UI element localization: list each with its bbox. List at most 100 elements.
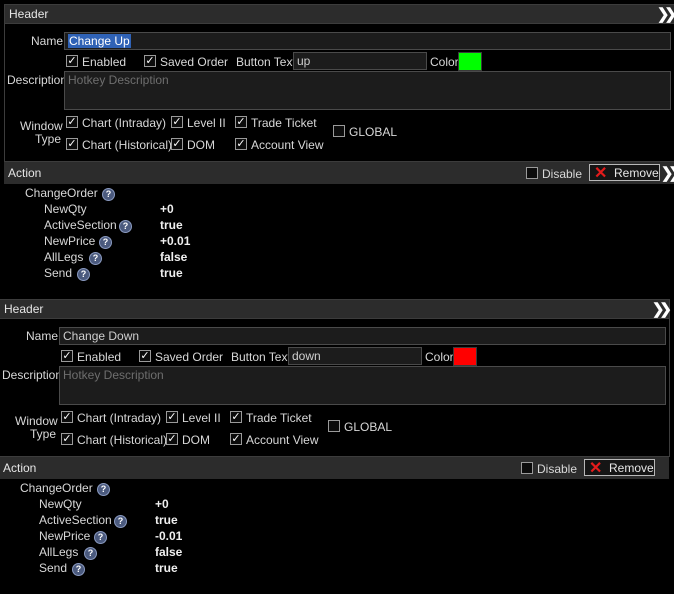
param-row-newqty: NewQty +0 xyxy=(39,497,169,513)
double-chevron-right-icon[interactable]: ❯❯ xyxy=(657,5,674,23)
param-row-alllegs: AllLegs ? false xyxy=(39,545,182,561)
trade-ticket-label: Trade Ticket xyxy=(246,411,312,425)
chart-historical-checkbox[interactable]: ✓ xyxy=(61,433,73,445)
color-label: Color xyxy=(430,55,459,69)
button-text-label: Button Text xyxy=(236,55,296,69)
name-value: Change Up xyxy=(68,34,131,48)
enabled-checkbox[interactable]: ✓ xyxy=(61,350,73,362)
param-key: NewPrice xyxy=(44,234,96,248)
button-text-input[interactable]: up xyxy=(293,52,427,70)
question-mark-icon[interactable]: ? xyxy=(77,268,90,281)
saved-order-label: Saved Order xyxy=(155,350,224,364)
account-view-label: Account View xyxy=(251,138,324,152)
name-label: Name xyxy=(26,329,59,343)
enabled-checkbox[interactable]: ✓ xyxy=(66,55,78,67)
action-name: ChangeOrder xyxy=(20,481,93,495)
color-swatch[interactable] xyxy=(458,52,482,71)
button-text-label: Button Text xyxy=(231,350,291,364)
param-key: NewQty xyxy=(44,202,87,216)
disable-checkbox[interactable] xyxy=(526,167,538,179)
name-input[interactable]: Change Down xyxy=(59,327,666,345)
disable-label: Disable xyxy=(537,462,578,476)
param-value[interactable]: -0.01 xyxy=(155,529,182,543)
account-view-checkbox[interactable]: ✓ xyxy=(235,138,247,150)
remove-button[interactable]: ✕ Remove xyxy=(584,459,655,477)
question-mark-icon[interactable]: ? xyxy=(97,483,110,496)
param-key: NewQty xyxy=(39,497,82,511)
trade-ticket-checkbox[interactable]: ✓ xyxy=(235,116,247,128)
question-mark-icon[interactable]: ? xyxy=(119,220,132,233)
param-value[interactable]: true xyxy=(160,266,183,280)
action-row: ChangeOrder ? xyxy=(25,186,115,202)
param-value[interactable]: +0 xyxy=(155,497,169,511)
param-row-newprice: NewPrice ? -0.01 xyxy=(39,529,182,545)
global-label: GLOBAL xyxy=(349,125,398,139)
param-value[interactable]: true xyxy=(155,513,178,527)
hotkey-editor-2: Header ❯❯ Name Change Down ✓ Enabled ✓ S… xyxy=(0,299,672,594)
param-value[interactable]: true xyxy=(155,561,178,575)
level2-checkbox[interactable]: ✓ xyxy=(171,116,183,128)
param-value[interactable]: false xyxy=(160,250,187,264)
double-chevron-right-icon[interactable]: ❯❯ xyxy=(652,300,672,318)
global-checkbox[interactable] xyxy=(328,420,340,432)
account-view-label: Account View xyxy=(246,433,319,447)
chart-historical-checkbox[interactable]: ✓ xyxy=(66,138,78,150)
dom-checkbox[interactable]: ✓ xyxy=(171,138,183,150)
action-bar: Action Disable ✕ Remove ❯❯ xyxy=(4,162,674,184)
question-mark-icon[interactable]: ? xyxy=(94,531,107,544)
chart-intraday-checkbox[interactable]: ✓ xyxy=(61,411,73,423)
disable-checkbox[interactable] xyxy=(521,462,533,474)
saved-order-checkbox[interactable]: ✓ xyxy=(144,55,156,67)
action-title: Action xyxy=(8,166,42,180)
window-type-label-line1: Window xyxy=(20,119,63,133)
header-bar: Header ❯❯ xyxy=(0,300,672,319)
question-mark-icon[interactable]: ? xyxy=(99,236,112,249)
param-key: ActiveSection xyxy=(39,513,112,527)
level2-checkbox[interactable]: ✓ xyxy=(166,411,178,423)
header-panel: Header ❯❯ Name Change Down ✓ Enabled ✓ S… xyxy=(0,299,672,457)
param-value[interactable]: true xyxy=(160,218,183,232)
description-label: Description xyxy=(7,73,68,87)
header-panel: Header ❯❯ Name Change Up ✓ Enabled ✓ Sav… xyxy=(4,4,674,162)
disable-label: Disable xyxy=(542,167,583,181)
question-mark-icon[interactable]: ? xyxy=(89,252,102,265)
action-bar: Action Disable ✕ Remove xyxy=(0,457,669,479)
param-row-activesection: ActiveSection ? true xyxy=(44,218,183,234)
question-mark-icon[interactable]: ? xyxy=(102,188,115,201)
name-input[interactable]: Change Up xyxy=(64,32,671,50)
description-input[interactable]: Hotkey Description xyxy=(64,71,671,110)
global-checkbox[interactable] xyxy=(333,125,345,137)
question-mark-icon[interactable]: ? xyxy=(72,563,85,576)
button-text-value: up xyxy=(297,54,311,68)
dom-checkbox[interactable]: ✓ xyxy=(166,433,178,445)
level2-label: Level II xyxy=(182,411,221,425)
param-value[interactable]: false xyxy=(155,545,182,559)
remove-button[interactable]: ✕ Remove xyxy=(589,164,660,182)
chart-historical-label: Chart (Historical) xyxy=(82,138,173,152)
param-key: Send xyxy=(39,561,68,575)
color-swatch[interactable] xyxy=(453,347,477,366)
dom-label: DOM xyxy=(187,138,215,152)
param-key: ActiveSection xyxy=(44,218,117,232)
chart-intraday-checkbox[interactable]: ✓ xyxy=(66,116,78,128)
param-key: NewPrice xyxy=(39,529,91,543)
remove-label: Remove xyxy=(614,166,659,180)
param-key: AllLegs xyxy=(39,545,79,559)
param-key: Send xyxy=(44,266,73,280)
question-mark-icon[interactable]: ? xyxy=(84,547,97,560)
chart-intraday-label: Chart (Intraday) xyxy=(82,116,167,130)
param-value[interactable]: +0 xyxy=(160,202,174,216)
account-view-checkbox[interactable]: ✓ xyxy=(230,433,242,445)
question-mark-icon[interactable]: ? xyxy=(114,515,127,528)
saved-order-checkbox[interactable]: ✓ xyxy=(139,350,151,362)
description-input[interactable]: Hotkey Description xyxy=(59,366,666,405)
enabled-label: Enabled xyxy=(82,55,127,69)
description-placeholder: Hotkey Description xyxy=(68,73,169,87)
param-value[interactable]: +0.01 xyxy=(160,234,190,248)
button-text-input[interactable]: down xyxy=(288,347,422,365)
double-chevron-right-icon[interactable]: ❯❯ xyxy=(661,164,674,182)
param-row-send: Send ? true xyxy=(44,266,183,282)
param-row-newqty: NewQty +0 xyxy=(44,202,174,218)
trade-ticket-checkbox[interactable]: ✓ xyxy=(230,411,242,423)
chart-intraday-label: Chart (Intraday) xyxy=(77,411,162,425)
